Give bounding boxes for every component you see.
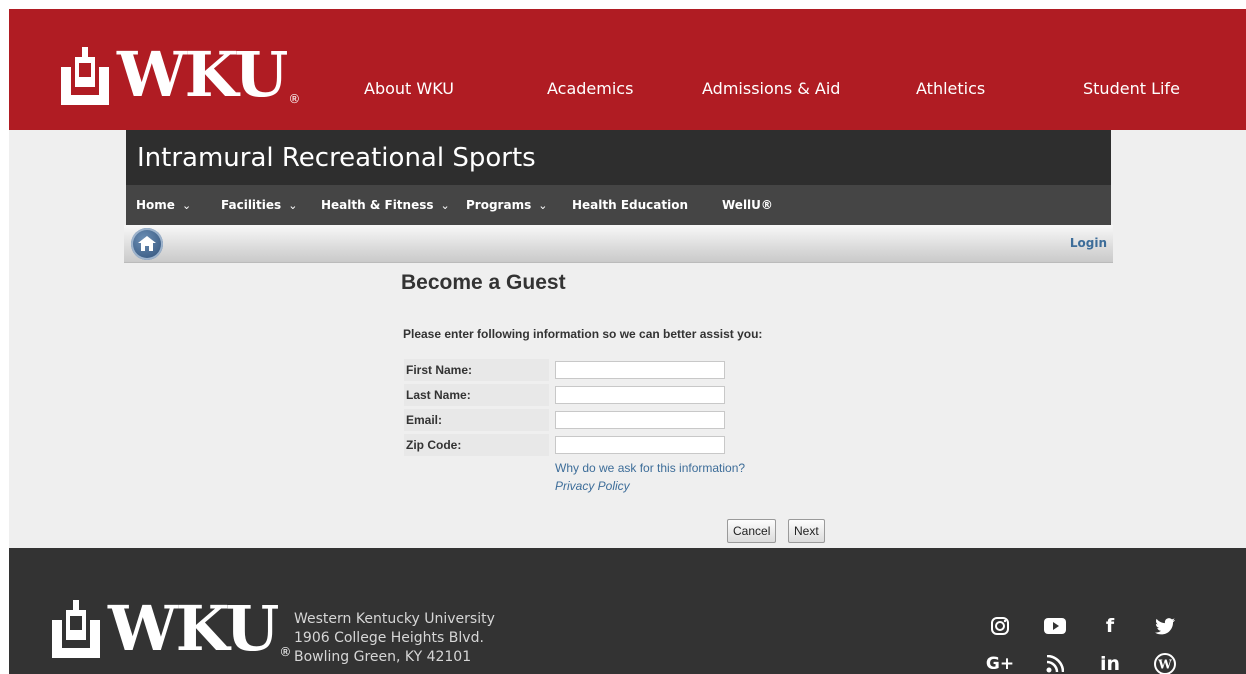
home-icon [138,236,156,251]
subnav-wellu-label: WellU® [722,198,773,212]
last-name-label-cell: Last Name: [404,384,549,406]
first-name-label-cell: First Name: [404,359,549,381]
facebook-icon[interactable]: f [1098,614,1122,638]
svg-text:W: W [1157,658,1172,672]
footer: WKU ® Western Kentucky University 1906 C… [9,548,1246,674]
wku-logo[interactable]: WKU ® [61,31,301,111]
chevron-down-icon: ⌄ [538,199,548,212]
subnav-home[interactable]: Home ⌄ [136,185,191,226]
last-name-input[interactable] [555,386,725,404]
google-plus-icon[interactable]: G+ [985,652,1015,674]
wordpress-icon[interactable]: W [1153,652,1177,674]
topnav-athletics[interactable]: Athletics [916,79,985,98]
tower-logo-icon [52,600,100,658]
twitter-icon[interactable] [1153,614,1177,638]
subnav-wellu[interactable]: WellU® [722,185,773,225]
login-link[interactable]: Login [1070,236,1107,250]
sub-navigation: Home ⌄ Facilities ⌄ Health & Fitness ⌄ Prog… [126,185,1111,225]
footer-logo-wordmark: WKU [108,592,279,665]
zip-code-label: Zip Code: [406,438,462,452]
breadcrumb-bar: Login [124,225,1113,263]
registered-mark: ® [288,92,301,106]
first-name-label: First Name: [406,363,473,377]
next-button[interactable]: Next [788,519,825,543]
page-title: Become a Guest [401,271,566,294]
topnav-about[interactable]: About WKU [364,79,454,98]
topnav-academics[interactable]: Academics [547,79,633,98]
subnav-health-education-label: Health Education [572,198,689,212]
subnav-facilities[interactable]: Facilities ⌄ [221,185,297,226]
rss-icon[interactable] [1043,652,1067,674]
chevron-down-icon: ⌄ [181,199,192,212]
site-title[interactable]: Intramural Recreational Sports [126,130,1111,185]
address-line-2: 1906 College Heights Blvd. [294,630,484,646]
tower-logo-icon [61,47,109,105]
page-frame: WKU ® About WKU Academics Admissions & A… [9,9,1246,674]
privacy-policy-link[interactable]: Privacy Policy [555,479,630,493]
subnav-health-fitness[interactable]: Health & Fitness ⌄ [321,185,450,226]
last-name-label: Last Name: [406,388,471,402]
chevron-down-icon: ⌄ [440,199,450,212]
subnav-health-fitness-label: Health & Fitness [321,198,434,212]
site-header: Intramural Recreational Sports Home ⌄ Fac… [126,130,1111,225]
topnav-admissions[interactable]: Admissions & Aid [702,79,840,98]
footer-address: Western Kentucky University 1906 College… [294,610,495,667]
linkedin-icon[interactable]: in [1098,652,1122,674]
address-line-3: Bowling Green, KY 42101 [294,649,472,665]
cancel-button[interactable]: Cancel [727,519,777,543]
subnav-home-label: Home [136,198,175,212]
address-line-1: Western Kentucky University [294,611,495,627]
logo-wordmark: WKU [117,38,288,111]
home-button[interactable] [131,228,163,260]
topnav-student-life[interactable]: Student Life [1083,79,1180,98]
first-name-input[interactable] [555,361,725,379]
email-label: Email: [406,413,443,427]
subnav-programs[interactable]: Programs ⌄ [466,185,547,226]
footer-registered-mark: ® [279,645,292,659]
youtube-icon[interactable] [1043,614,1067,638]
instagram-icon[interactable] [988,614,1012,638]
subnav-programs-label: Programs [466,198,532,212]
email-input[interactable] [555,411,725,429]
subnav-health-education[interactable]: Health Education [572,185,688,225]
zip-code-label-cell: Zip Code: [404,434,549,456]
email-label-cell: Email: [404,409,549,431]
zip-code-input[interactable] [555,436,725,454]
footer-wku-logo[interactable]: WKU ® [52,592,292,665]
subnav-facilities-label: Facilities [221,198,282,212]
why-info-link[interactable]: Why do we ask for this information? [555,461,745,475]
top-bar: WKU ® About WKU Academics Admissions & A… [9,9,1246,130]
form-instructions: Please enter following information so we… [403,327,763,341]
chevron-down-icon: ⌄ [288,199,298,212]
